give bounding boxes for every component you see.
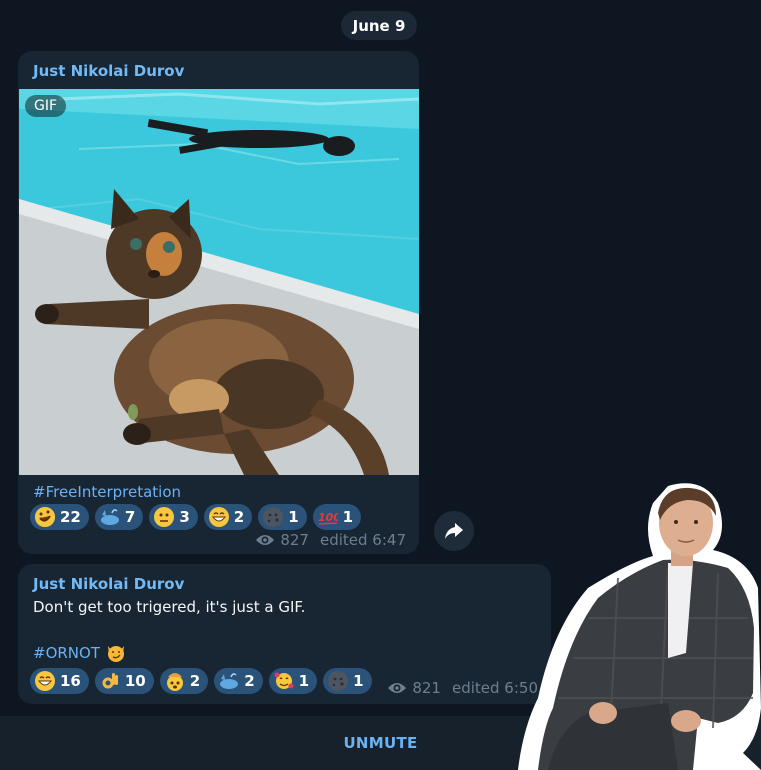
reaction-count: 1: [342, 508, 354, 526]
reaction-count: 22: [60, 508, 81, 526]
cat-pool-image: [19, 89, 419, 475]
share-arrow-icon: [445, 523, 463, 539]
grinning-face-emoji-icon: [208, 507, 229, 527]
rofl-emoji-icon: [35, 507, 55, 527]
new-moon-face-emoji-icon: [328, 671, 349, 691]
reaction-whale[interactable]: 2: [214, 668, 263, 694]
message-meta: 821 edited 6:50: [387, 679, 538, 697]
reaction-grinning[interactable]: 16: [30, 668, 89, 694]
hundred-points-emoji-icon: 100: [318, 507, 338, 527]
gif-badge: GIF: [25, 95, 67, 117]
reaction-new-moon[interactable]: 1: [323, 668, 372, 694]
grinning-face-emoji-icon: [35, 671, 55, 691]
neutral-face-emoji-icon: [154, 507, 175, 527]
reaction-count: 16: [60, 672, 81, 690]
reaction-count: 1: [353, 672, 364, 690]
reaction-rofl[interactable]: 22: [30, 504, 89, 530]
smirking-cat-icon: [106, 642, 126, 666]
eye-icon: [256, 535, 275, 545]
chat-window: June 9 Just Nikolai Durov GIF #FreeInter…: [0, 0, 761, 770]
reaction-whale[interactable]: 7: [94, 504, 144, 530]
gif-media[interactable]: GIF: [19, 89, 419, 475]
eye-icon: [388, 683, 407, 693]
reaction-count: 2: [189, 672, 201, 690]
sender-name[interactable]: Just Nikolai Durov: [33, 575, 184, 593]
views-count: 827: [280, 531, 309, 549]
reaction-smiling-hearts[interactable]: 1: [268, 668, 318, 694]
person-sticker: [518, 483, 761, 770]
whale-emoji-icon: [219, 671, 239, 691]
reactions-row: 16 10 2 2 1 1: [30, 668, 372, 694]
reaction-new-moon[interactable]: 1: [258, 504, 307, 530]
reaction-count: 10: [124, 672, 146, 690]
reaction-grinning[interactable]: 2: [203, 504, 253, 530]
new-moon-face-emoji-icon: [263, 507, 284, 527]
ok-hand-emoji-icon: [100, 671, 120, 691]
reaction-count: 1: [288, 508, 299, 526]
exploding-head-emoji-icon: [165, 671, 185, 691]
message-bubble[interactable]: Just Nikolai Durov GIF #FreeInterpretati…: [18, 51, 419, 554]
smiling-face-hearts-emoji-icon: [274, 671, 294, 691]
share-button[interactable]: [434, 511, 474, 551]
hashtag-row: #ORNOT: [33, 642, 126, 666]
reaction-hundred[interactable]: 100 1: [312, 504, 362, 530]
reaction-count: 3: [179, 508, 190, 526]
reaction-exploding-head[interactable]: 2: [159, 668, 209, 694]
whale-emoji-icon: [100, 507, 120, 527]
message-text: Don't get too trigered, it's just a GIF.: [33, 598, 306, 616]
views-count: 821: [412, 679, 441, 697]
message-meta: 827 edited 6:47: [255, 531, 406, 549]
sender-name[interactable]: Just Nikolai Durov: [33, 62, 184, 80]
reactions-row: 22 7 3 2 1 10 1: [30, 504, 362, 530]
reaction-count: 7: [124, 508, 136, 526]
edited-time: edited 6:47: [319, 531, 406, 549]
reaction-count: 2: [244, 672, 255, 690]
date-separator: June 9: [341, 11, 417, 40]
reaction-count: 1: [298, 672, 310, 690]
reaction-ok-hand[interactable]: 10: [94, 668, 154, 694]
message-bubble[interactable]: Just Nikolai Durov Don't get too trigere…: [18, 564, 551, 704]
reaction-neutral[interactable]: 3: [149, 504, 198, 530]
hashtag-link[interactable]: #ORNOT: [33, 644, 100, 662]
svg-text:100: 100: [318, 511, 338, 524]
hashtag-link[interactable]: #FreeInterpretation: [33, 483, 181, 501]
reaction-count: 2: [233, 508, 245, 526]
